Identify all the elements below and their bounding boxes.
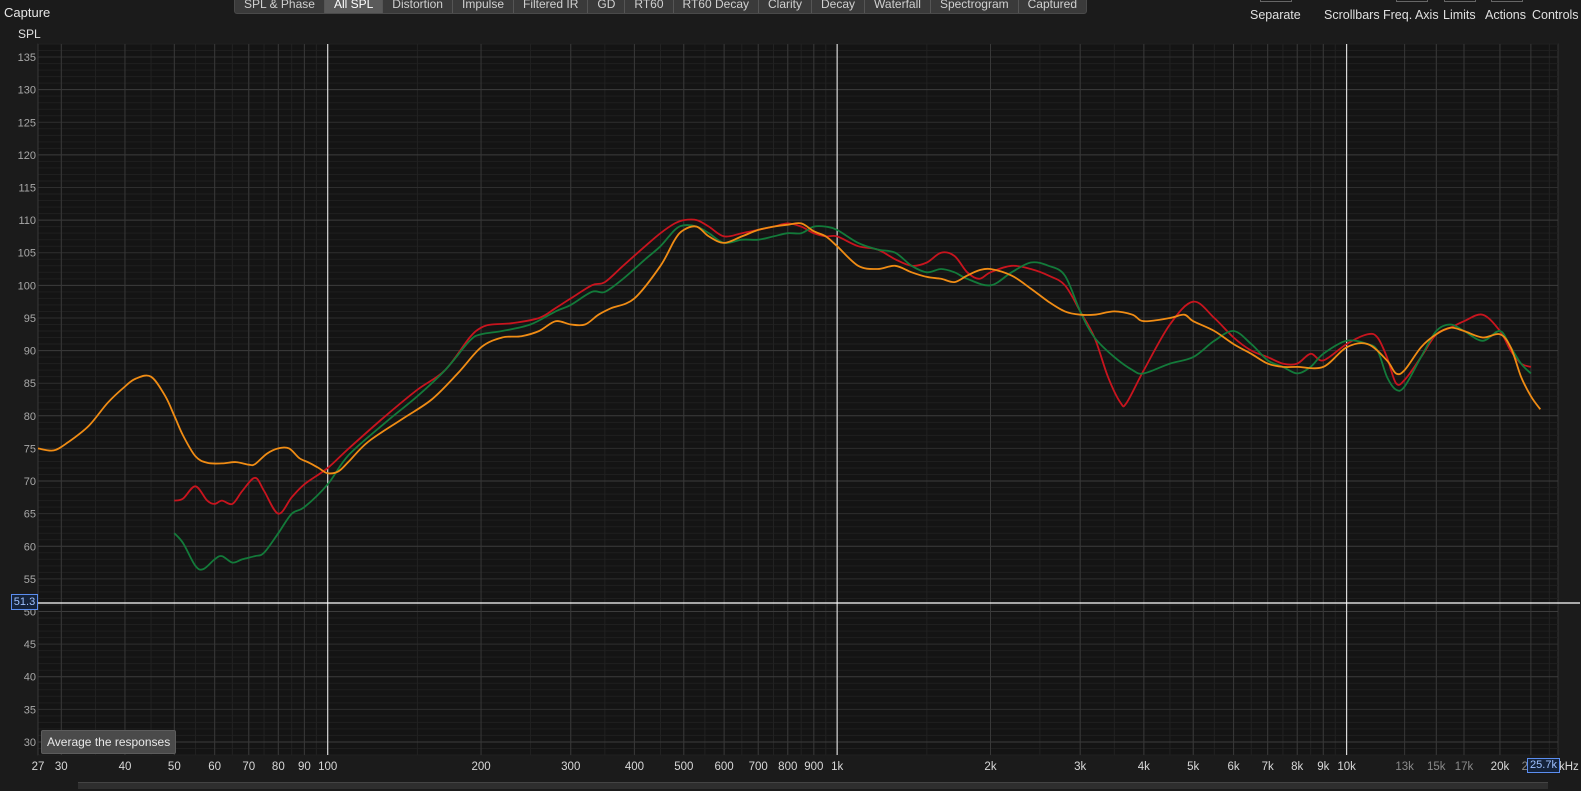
x-tick-label: 10k bbox=[1337, 761, 1356, 773]
x-tick-label: 600 bbox=[715, 761, 734, 773]
y-tick-label: 55 bbox=[24, 574, 36, 586]
x-tick-label: 90 bbox=[298, 761, 311, 773]
x-tick-label: 300 bbox=[561, 761, 580, 773]
x-tick-label: 3k bbox=[1074, 761, 1086, 773]
y-tick-label: 95 bbox=[24, 313, 36, 325]
x-tick-label: 40 bbox=[119, 761, 132, 773]
x-unit-label: kHz bbox=[1559, 761, 1579, 773]
cursor-y-readout: 51.3 bbox=[11, 594, 38, 610]
x-tick-label: 13k bbox=[1395, 761, 1414, 773]
x-tick-label: 6k bbox=[1227, 761, 1239, 773]
y-tick-label: 85 bbox=[24, 378, 36, 390]
y-tick-label: 125 bbox=[18, 117, 36, 129]
x-tick-label: 800 bbox=[778, 761, 797, 773]
x-tick-label: 27 bbox=[32, 761, 45, 773]
y-tick-label: 135 bbox=[18, 52, 36, 64]
x-tick-label: 5k bbox=[1187, 761, 1199, 773]
y-tick-label: 130 bbox=[18, 85, 36, 97]
x-tick-label: 4k bbox=[1138, 761, 1150, 773]
horizontal-scrollbar[interactable] bbox=[78, 782, 1548, 789]
x-tick-label: 8k bbox=[1291, 761, 1303, 773]
y-tick-label: 80 bbox=[24, 411, 36, 423]
y-tick-label: 70 bbox=[24, 476, 36, 488]
x-tick-label: 70 bbox=[242, 761, 255, 773]
average-responses-button[interactable]: Average the responses bbox=[41, 730, 177, 754]
plot-area bbox=[37, 43, 1559, 756]
x-tick-label: 17k bbox=[1455, 761, 1474, 773]
x-tick-label: 100 bbox=[318, 761, 337, 773]
y-tick-label: 100 bbox=[18, 280, 36, 292]
x-tick-label: 200 bbox=[471, 761, 490, 773]
y-tick-label: 40 bbox=[24, 672, 36, 684]
y-tick-label: 115 bbox=[18, 183, 36, 195]
y-tick-label: 65 bbox=[24, 509, 36, 521]
x-tick-label: 20k bbox=[1491, 761, 1510, 773]
x-tick-label: 400 bbox=[625, 761, 644, 773]
y-tick-label: 90 bbox=[24, 346, 36, 358]
x-tick-label: 1k bbox=[831, 761, 843, 773]
x-tick-label: 80 bbox=[272, 761, 285, 773]
y-tick-label: 60 bbox=[24, 541, 36, 553]
x-tick-label: 15k bbox=[1427, 761, 1446, 773]
x-tick-label: 60 bbox=[208, 761, 221, 773]
x-tick-label: 500 bbox=[674, 761, 693, 773]
x-tick-label: 900 bbox=[804, 761, 823, 773]
x-tick-label: 700 bbox=[749, 761, 768, 773]
x-tick-label: 7k bbox=[1262, 761, 1274, 773]
y-tick-label: 120 bbox=[18, 150, 36, 162]
y-tick-label: 30 bbox=[24, 737, 36, 749]
y-tick-label: 110 bbox=[18, 215, 36, 227]
x-tick-label: 9k bbox=[1317, 761, 1329, 773]
y-tick-label: 45 bbox=[24, 639, 36, 651]
y-tick-label: 35 bbox=[24, 704, 36, 716]
x-tick-label: 50 bbox=[168, 761, 181, 773]
cursor-x-readout: 25.7k bbox=[1527, 758, 1560, 773]
x-tick-label: 30 bbox=[55, 761, 68, 773]
y-tick-label: 105 bbox=[18, 248, 36, 260]
x-tick-label: 2k bbox=[984, 761, 996, 773]
y-tick-label: 75 bbox=[24, 443, 36, 455]
spl-chart[interactable]: 30 35 40 45 50 55 60 65 70 75 80 85 90 95 100 105 110 115… bbox=[0, 0, 1581, 791]
